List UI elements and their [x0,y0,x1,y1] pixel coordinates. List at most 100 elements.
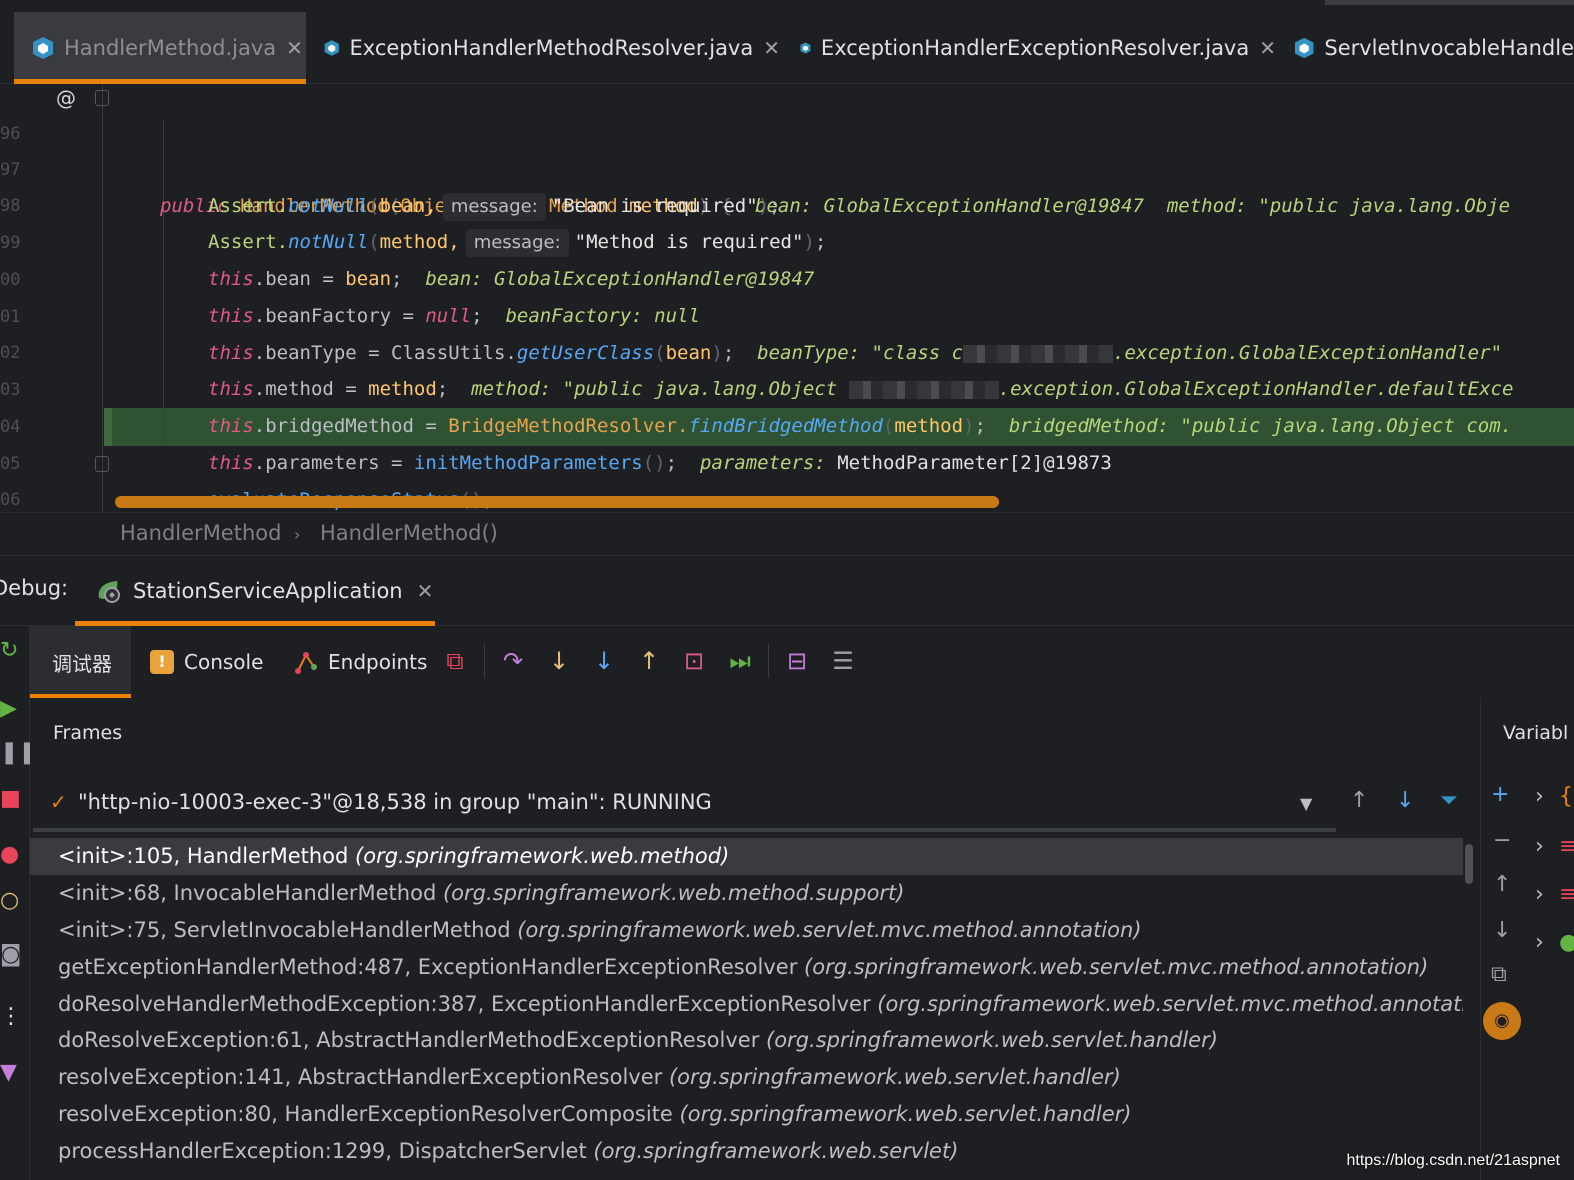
debug-side-toolbar: ↻ ▶ ❚❚ ■ ● ○ ◙ ⋮ ▼ [0,626,37,1180]
watermark-url: https://blog.csdn.net/21aspnet [1346,1152,1560,1169]
tab-exceptionhandlermethodresolver-java[interactable]: ExceptionHandlerMethodResolver.java ✕ [306,12,780,84]
move-down-icon[interactable]: ↓ [1493,918,1511,943]
variables-panel: Variabl + − ↑ ↓ ⧉ ◉ › › › › { ≡ ≡ ● [1480,698,1574,1180]
camera-icon[interactable]: ◙ [0,942,22,967]
code-editor[interactable]: 96 @ public HandlerMethod(Object bean, M… [0,84,1574,512]
step-into-icon[interactable]: ↓ [544,646,574,676]
tab-label: ServletInvocableHandle [1324,36,1574,60]
tab-handlermethod-java[interactable]: HandlerMethod.java ✕ [14,12,306,84]
frame-package: (org.springframework.web.servlet.mvc.met… [517,918,1142,942]
evaluate-expression-icon[interactable]: ⊟ [782,646,812,676]
step-out-icon[interactable]: ↑ [634,646,664,676]
more-options-icon[interactable]: ⋮ [0,1004,22,1029]
checkmark-icon: ✓ [50,790,67,814]
move-up-icon[interactable]: ↑ [1493,872,1511,897]
array-icon: ≡ [1559,882,1574,907]
frame-item[interactable]: <init>:75, ServletInvocableHandlerMethod… [30,912,1463,949]
breadcrumb-item[interactable]: HandlerMethod() [320,521,498,545]
mute-breakpoints-icon[interactable]: ○ [0,888,22,913]
field-icon: ● [1559,930,1574,955]
breadcrumb-item[interactable]: HandlerMethod [120,521,281,545]
copy-icon[interactable]: ⧉ [1491,962,1507,987]
horizontal-scrollbar[interactable] [115,496,999,508]
frames-list[interactable]: <init>:105, HandlerMethod (org.springfra… [30,838,1463,1180]
fold-icon[interactable] [95,90,109,106]
frame-item[interactable]: getExceptionHandlerMethod:487, Exception… [30,949,1463,986]
frame-package: (org.springframework.web.method.support) [442,881,905,905]
frame-item[interactable]: doResolveHandlerMethodException:387, Exc… [30,986,1463,1023]
thread-underline [33,828,1336,832]
frame-item[interactable]: doResolveException:61, AbstractHandlerMe… [30,1022,1463,1059]
tab-label: 调试器 [52,651,112,676]
code-line-105-current: 05 evaluateResponseStatus(); [0,410,1574,511]
array-icon: ≡ [1559,834,1574,859]
frames-panel: Frames ✓ "http-nio-10003-exec-3"@18,538 … [30,698,1480,1180]
editor-tab-bar: HandlerMethod.java ✕ ExceptionHandlerMet… [0,0,1574,84]
run-to-cursor-icon[interactable]: ⏭ [725,646,755,676]
frame-item[interactable]: <init>:68, InvocableHandlerMethod (org.s… [30,875,1463,912]
frame-package: (org.springframework.web.servlet) [593,1139,959,1163]
frame-item[interactable]: <init>:105, HandlerMethod (org.springfra… [30,838,1463,875]
rerun-icon[interactable]: ↻ [0,638,22,663]
frame-item[interactable]: processHandlerException:1299, Dispatcher… [30,1133,1463,1170]
tab-endpoints[interactable]: Endpoints [294,626,427,698]
view-breakpoints-icon[interactable]: ● [0,842,22,867]
frame-method: processHandlerException:1299, Dispatcher… [58,1139,594,1163]
expand-chevron-icon[interactable]: › [1535,882,1544,907]
tab-debugger[interactable]: 调试器 [30,626,131,698]
resume-icon[interactable]: ▶ [0,696,22,721]
java-class-icon [800,42,811,54]
frame-up-icon[interactable]: ↑ [1350,788,1368,813]
code-line-97: 97 Assert.notNull(bean, message: "Bean is … [0,116,1574,221]
close-icon[interactable]: ✕ [1259,36,1276,60]
frames-title: Frames [53,722,123,744]
endpoints-icon [295,652,317,674]
tab-label: Endpoints [328,650,428,674]
inline-watches-icon[interactable]: ◉ [1483,1002,1521,1040]
restore-layout-icon[interactable]: ⧉ [440,646,470,676]
close-icon[interactable]: ✕ [417,579,434,603]
force-step-into-icon[interactable]: ↓ [589,646,619,676]
java-class-icon [33,37,53,59]
pause-icon[interactable]: ❚❚ [0,740,37,765]
step-over-icon[interactable]: ↷ [498,646,528,676]
tab-label: ExceptionHandlerExceptionResolver.java [820,36,1250,60]
fold-icon[interactable] [95,456,109,472]
code-line-98: 98 Assert.notNull(method, message: "Method… [0,152,1574,257]
chevron-down-icon[interactable]: ▼ [1300,794,1312,813]
code-line-102: 02 this.method = method; method: "public… [0,299,1574,400]
run-config-tab[interactable]: StationServiceApplication ✕ [75,556,435,626]
add-watch-icon[interactable]: + [1491,782,1509,807]
remove-watch-icon[interactable]: − [1493,828,1511,853]
tab-exceptionhandlerexceptionresolver-java[interactable]: ExceptionHandlerExceptionResolver.java ✕ [782,12,1276,84]
pin-icon[interactable]: ▼ [0,1060,22,1085]
close-icon[interactable]: ✕ [286,36,303,60]
tab-console[interactable]: ! Console [150,626,263,698]
expand-chevron-icon[interactable]: › [1535,784,1544,809]
drop-frame-icon[interactable]: ⊡ [679,646,709,676]
filter-icon[interactable]: ⏷ [1440,788,1458,813]
frame-item[interactable]: resolveException:80, HandlerExceptionRes… [30,1096,1463,1133]
code-line-99: 99 this.bean = bean; bean: GlobalExcepti… [0,189,1574,290]
tab-label: Console [184,650,264,674]
object-icon: { [1559,784,1573,809]
frame-item[interactable]: resolveException:141, AbstractHandlerExc… [30,1059,1463,1096]
vertical-scrollbar[interactable] [1465,844,1473,884]
thread-selector[interactable]: ✓ "http-nio-10003-exec-3"@18,538 in grou… [30,784,1480,832]
override-marker-icon[interactable]: @ [56,84,78,116]
code-line-106: 06 } [0,446,1574,510]
frame-method: resolveException:80, HandlerExceptionRes… [58,1102,680,1126]
frame-package: (org.springframework.web.servlet.mvc.met… [877,992,1463,1016]
expand-chevron-icon[interactable]: › [1535,930,1544,955]
stop-icon[interactable]: ■ [0,786,22,811]
frame-method: getExceptionHandlerMethod:487, Exception… [58,955,805,979]
breadcrumb: HandlerMethod › HandlerMethod() [0,512,1574,556]
frame-method: <init>:105, HandlerMethod [58,844,356,868]
code-line-103: 03 this.bridgedMethod = BridgeMethodReso… [0,336,1574,437]
frame-method: <init>:68, InvocableHandlerMethod [58,881,443,905]
expand-chevron-icon[interactable]: › [1535,834,1544,859]
tab-servletinvocablehandler[interactable]: ServletInvocableHandle [1276,12,1574,84]
frame-down-icon[interactable]: ↓ [1396,788,1414,813]
close-icon[interactable]: ✕ [763,36,780,60]
trace-settings-icon[interactable]: ☰ [828,646,858,676]
